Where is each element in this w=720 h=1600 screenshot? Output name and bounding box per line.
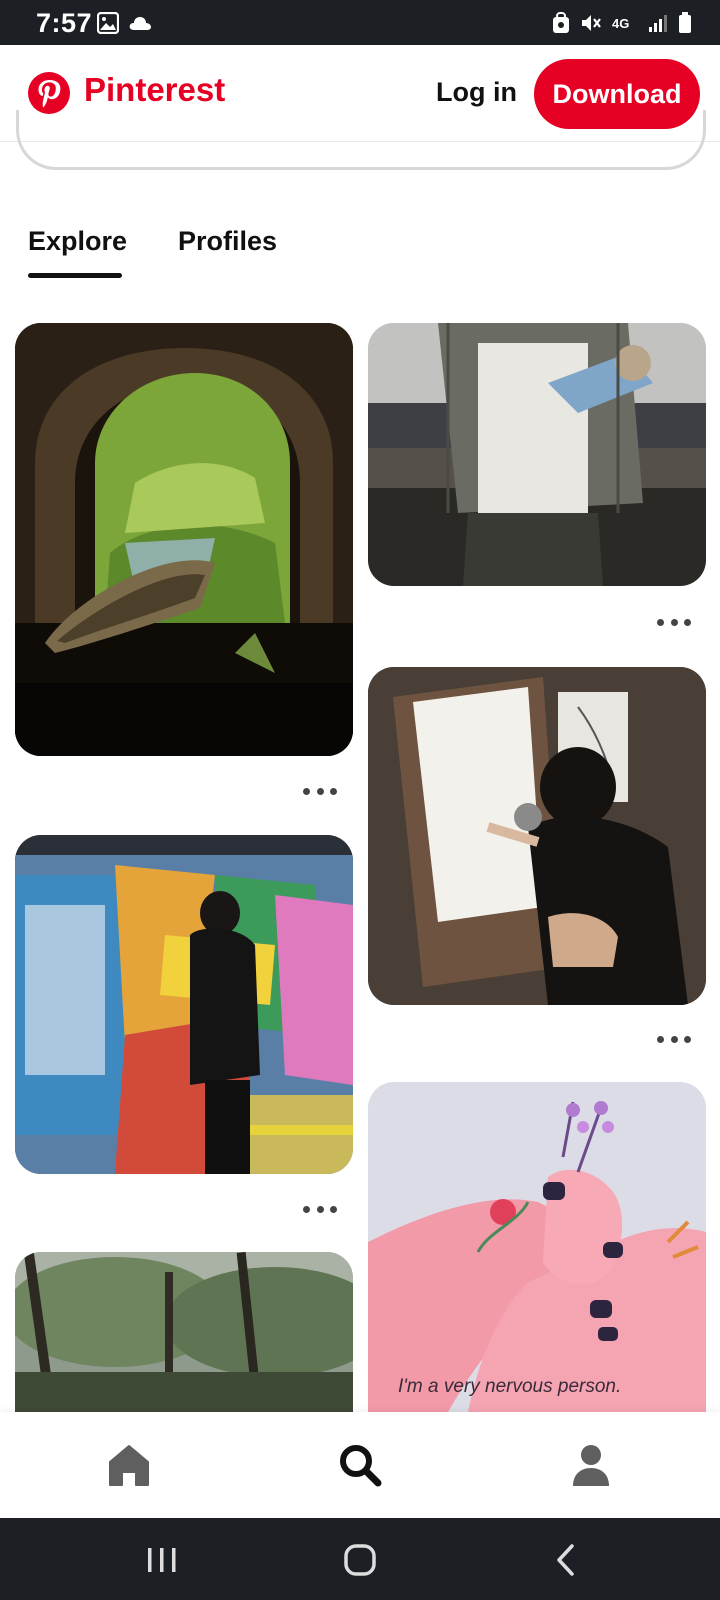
status-time: 7:57 — [36, 8, 93, 38]
tab-profiles[interactable]: Profiles — [178, 226, 277, 257]
battery-icon — [679, 12, 691, 33]
home-button-icon[interactable] — [338, 1538, 382, 1582]
pin-tunnel-boat-more-options-icon[interactable] — [303, 786, 337, 796]
bottom-navigation — [0, 1412, 720, 1518]
pin-nervous-hands[interactable]: I'm a very nervous person. — [368, 1082, 706, 1412]
tunnel-boat-image — [15, 323, 353, 756]
pin-graffiti-train-more-options-icon[interactable] — [303, 1204, 337, 1214]
pin-plaid-shirt-more-options-icon[interactable] — [657, 617, 691, 627]
home-icon[interactable] — [104, 1440, 154, 1490]
mute-icon — [582, 15, 601, 31]
plaid-shirt-image — [368, 323, 706, 586]
nervous-hands-image — [368, 1082, 706, 1412]
profile-icon[interactable] — [566, 1440, 616, 1490]
pin-drawing-easel[interactable] — [368, 667, 706, 1005]
search-bar[interactable] — [16, 110, 706, 170]
status-bar: 7:57 4G — [0, 0, 720, 45]
network-type: 4G — [612, 15, 630, 31]
system-navigation-bar — [0, 1518, 720, 1600]
pinterest-logo-icon[interactable] — [27, 71, 71, 115]
pin-drawing-easel-more-options-icon[interactable] — [657, 1034, 691, 1044]
login-button[interactable]: Log in — [436, 77, 517, 108]
back-icon[interactable] — [544, 1538, 588, 1582]
pin-misty-forest[interactable] — [15, 1252, 353, 1412]
misty-forest-image — [15, 1252, 353, 1412]
active-tab-indicator — [28, 273, 122, 278]
recent-apps-icon[interactable] — [140, 1538, 184, 1582]
gallery-icon — [97, 12, 119, 34]
drawing-easel-image — [368, 667, 706, 1005]
brand-name[interactable]: Pinterest — [84, 71, 225, 109]
recycle-lock-icon — [553, 12, 569, 33]
graffiti-train-image — [15, 835, 353, 1174]
cloud-icon — [129, 17, 151, 30]
tab-explore[interactable]: Explore — [28, 226, 127, 257]
pin-nervous-hands-caption: I'm a very nervous person. — [398, 1376, 622, 1397]
pin-tunnel-boat[interactable] — [15, 323, 353, 756]
pin-plaid-shirt-flowers[interactable] — [368, 323, 706, 586]
pin-graffiti-train[interactable] — [15, 835, 353, 1174]
search-icon[interactable] — [335, 1440, 385, 1490]
signal-icon — [649, 15, 667, 32]
